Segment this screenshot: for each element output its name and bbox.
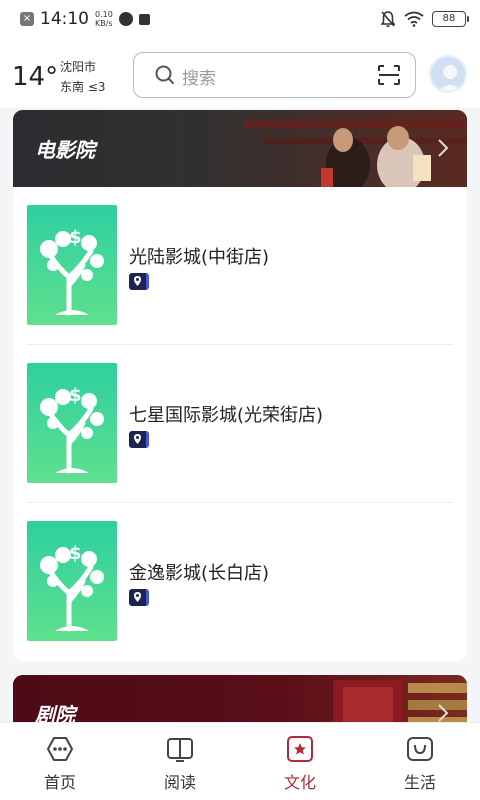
weather-wind: 东南 ≤3 [60, 80, 106, 94]
cinema-thumbnail: $ [27, 521, 117, 641]
money-tree-icon: $ [27, 205, 117, 325]
star-badge-icon [287, 736, 313, 762]
cinema-name: 金逸影城(长白店) [129, 563, 270, 584]
scan-icon[interactable] [377, 64, 401, 86]
cinema-name: 七星国际影城(光荣街店) [129, 405, 324, 426]
status-time: 14:10 [40, 9, 89, 29]
list-item[interactable]: $ 七星国际影城(光荣街店) [27, 345, 453, 503]
location-pin-icon [129, 273, 149, 290]
nav-reading[interactable]: 阅读 [120, 723, 240, 800]
location-pin-icon [129, 431, 149, 448]
location-pin-icon [129, 589, 149, 606]
list-item[interactable]: $ 金逸影城(长白店) [27, 503, 453, 661]
battery-indicator: 88 [432, 11, 469, 27]
book-icon [167, 738, 193, 762]
cinema-thumbnail: $ [27, 205, 117, 325]
app-header: 14° 沈阳市 东南 ≤3 搜索 [0, 38, 480, 108]
app-notification-icon [118, 12, 133, 26]
nav-culture-label: 文化 [283, 773, 316, 792]
theater-banner[interactable]: 剧院 [13, 675, 467, 722]
search-icon [155, 65, 174, 84]
avatar[interactable] [429, 55, 467, 93]
svg-text:$: $ [69, 543, 82, 564]
net-speed: 0.10 KB/s [95, 10, 113, 28]
smile-bag-icon [407, 737, 433, 761]
nav-home[interactable]: 首页 [0, 723, 120, 800]
nav-home-label: 首页 [43, 773, 76, 792]
cinema-list: $ 光陆影城(中街店) $ 七星国际影城(光荣街店) $ 金逸影城(长白店) [13, 187, 467, 661]
cinema-card: 电影院 $ 光陆影城(中街店) $ 七星国际影城(光荣街店) $ 金逸影城(长白… [13, 110, 467, 661]
nav-life-label: 生活 [403, 773, 436, 792]
status-bar: × 14:10 0.10 KB/s 88 [0, 0, 480, 38]
svg-text:$: $ [69, 227, 82, 248]
home-bubble-icon [47, 737, 73, 761]
nav-reading-label: 阅读 [163, 773, 196, 792]
search-input[interactable]: 搜索 [182, 64, 216, 89]
app-notification-square-icon [138, 13, 150, 25]
theater-section-title: 剧院 [35, 703, 75, 722]
chevron-right-icon[interactable] [437, 138, 449, 158]
bottom-navigation: 首页 阅读 文化 生活 [0, 722, 480, 800]
weather-temperature[interactable]: 14° [12, 62, 58, 92]
svg-text:$: $ [69, 385, 82, 406]
mute-bell-icon [380, 11, 396, 28]
theater-banner-image [13, 675, 467, 722]
notification-close-icon: × [20, 12, 34, 26]
search-bar[interactable]: 搜索 [133, 52, 416, 98]
weather-city[interactable]: 沈阳市 [60, 58, 96, 75]
cinema-name: 光陆影城(中街店) [129, 247, 270, 268]
wifi-icon [404, 11, 424, 27]
main-content[interactable]: 电影院 $ 光陆影城(中街店) $ 七星国际影城(光荣街店) $ 金逸影城(长白… [13, 110, 467, 722]
cinema-banner[interactable]: 电影院 [13, 110, 467, 187]
money-tree-icon: $ [27, 521, 117, 641]
user-avatar-icon [437, 65, 463, 91]
list-item[interactable]: $ 光陆影城(中街店) [27, 187, 453, 345]
theater-card: 剧院 [13, 675, 467, 722]
nav-culture[interactable]: 文化 [240, 723, 360, 800]
chevron-right-icon[interactable] [437, 703, 449, 722]
nav-life[interactable]: 生活 [360, 723, 480, 800]
cinema-section-title: 电影院 [35, 138, 95, 162]
cinema-thumbnail: $ [27, 363, 117, 483]
money-tree-icon: $ [27, 363, 117, 483]
